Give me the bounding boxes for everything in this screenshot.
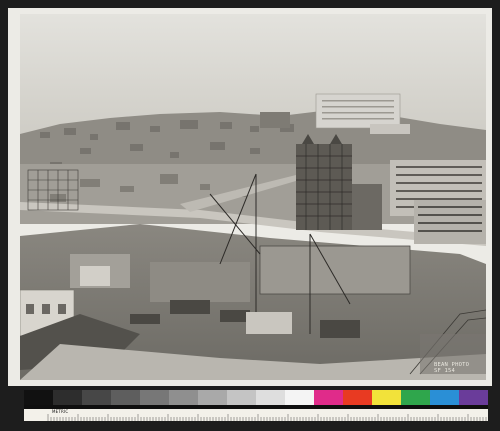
color-swatch <box>401 390 430 405</box>
photo-credit: BEAN PHOTO SF 154 <box>434 362 469 374</box>
color-swatch <box>256 390 285 405</box>
brick-building <box>260 112 290 128</box>
photo-mount: BEAN PHOTO SF 154 <box>8 8 492 386</box>
metric-ruler: METRIC <box>24 409 488 421</box>
color-swatch <box>459 390 488 405</box>
color-swatch <box>53 390 82 405</box>
credit-line-2: SF 154 <box>434 368 456 374</box>
color-swatch <box>140 390 169 405</box>
color-swatch-row <box>24 390 488 405</box>
color-swatch <box>372 390 401 405</box>
color-swatch <box>169 390 198 405</box>
color-swatch <box>430 390 459 405</box>
ruler-label: METRIC <box>52 409 69 414</box>
color-swatch <box>111 390 140 405</box>
color-swatch <box>314 390 343 405</box>
color-swatch <box>198 390 227 405</box>
color-swatch <box>343 390 372 405</box>
color-swatch <box>285 390 314 405</box>
color-calibration-target: METRIC <box>24 390 488 421</box>
historic-construction-photograph <box>20 14 486 380</box>
color-swatch <box>24 390 53 405</box>
photo-scene <box>20 14 486 380</box>
color-swatch <box>82 390 111 405</box>
ruler-ticks <box>47 414 487 421</box>
color-swatch <box>227 390 256 405</box>
hotel-building <box>315 93 410 134</box>
